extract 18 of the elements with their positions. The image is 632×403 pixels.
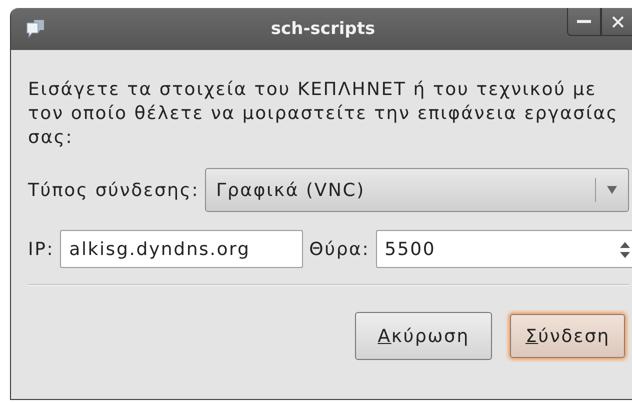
increment-icon[interactable] [620, 241, 630, 248]
port-spin-field[interactable]: 5500 [376, 230, 632, 268]
connect-button[interactable]: Σύνδεση [510, 314, 625, 358]
instruction-text: Εισάγετε τα στοιχεία του ΚΕΠΛΗΝΕΤ ή του τεχνικού με τον οποίο θέλετε να μοιραστείτε την επιφάνεια εργασίας σας: [28, 78, 620, 150]
close-icon [611, 14, 625, 28]
window-title: sch-scripts [270, 19, 376, 39]
port-label: Θύρα: [309, 238, 370, 260]
dropdown-arrow-icon [606, 185, 618, 195]
close-button[interactable] [601, 8, 632, 36]
ip-field[interactable]: alkisg.dyndns.org [60, 230, 304, 268]
connection-type-dropdown[interactable]: Γραφικά (VNC) [205, 168, 629, 212]
decrement-icon[interactable] [620, 252, 630, 259]
minimize-icon [577, 20, 591, 24]
speech-bubbles-icon [25, 18, 47, 40]
minimize-button[interactable] [567, 8, 601, 36]
connection-type-label: Τύπος σύνδεσης: [28, 180, 200, 200]
ip-label: IP: [28, 238, 54, 260]
cancel-button[interactable]: Ακύρωση [354, 312, 492, 360]
